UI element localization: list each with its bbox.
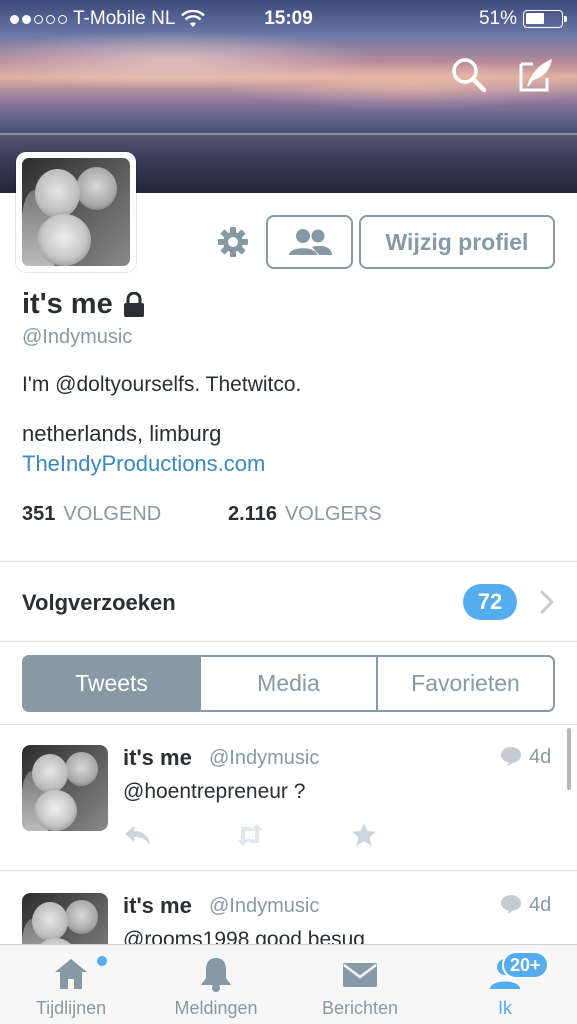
chevron-right-icon xyxy=(540,590,554,614)
people-button[interactable] xyxy=(266,215,353,269)
tweet-author-name: it's me xyxy=(123,745,192,770)
settings-gear-icon[interactable] xyxy=(216,225,250,259)
tab-label: Berichten xyxy=(321,998,399,1018)
tweet-time: 4d xyxy=(529,746,552,768)
envelope-icon xyxy=(343,963,377,987)
tweet-text: @rooms1998 good besug xyxy=(123,928,365,944)
profile-website-link[interactable]: TheIndyProductions.com xyxy=(22,451,265,477)
profile-location: netherlands, limburg xyxy=(22,421,222,446)
reply-icon[interactable] xyxy=(122,822,154,848)
tweet-avatar[interactable] xyxy=(22,893,108,944)
edit-profile-button[interactable]: Wijzig profiel xyxy=(359,215,555,269)
tab-label: Tijdlijnen xyxy=(35,998,107,1018)
divider xyxy=(0,870,577,871)
follow-requests-badge: 72 xyxy=(463,584,517,620)
battery: 51% xyxy=(478,8,567,30)
tweet-author-handle: @Indymusic xyxy=(209,895,320,917)
me-badge: 20+ xyxy=(502,951,549,979)
compose-icon[interactable] xyxy=(517,56,555,94)
people-icon xyxy=(288,229,332,255)
tweet-avatar[interactable] xyxy=(22,745,108,831)
home-icon xyxy=(55,959,87,989)
status-bar: T-Mobile NL 15:09 51% xyxy=(0,0,577,38)
following-count: 351 xyxy=(22,503,56,525)
avatar xyxy=(22,158,130,266)
tweet-author-handle: @Indymusic xyxy=(209,747,320,769)
profile-handle: @Indymusic xyxy=(22,326,133,348)
profile-bio: I'm @doltyourselfs. Thetwitco. xyxy=(22,373,302,396)
search-icon[interactable] xyxy=(450,56,488,94)
unread-dot xyxy=(97,956,107,966)
following-label: VOLGEND xyxy=(63,503,162,525)
profile-avatar[interactable] xyxy=(16,152,136,272)
profile-name-row: it's me xyxy=(22,288,145,321)
battery-percent: 51% xyxy=(478,8,517,29)
tweet-time: 4d xyxy=(529,894,552,916)
bell-icon xyxy=(201,958,231,992)
retweet-icon[interactable] xyxy=(234,822,266,848)
bottom-tab-bar: Tijdlijnen Meldingen Berichten Ik xyxy=(0,944,577,1024)
follow-requests-label: Volgverzoeken xyxy=(22,590,176,615)
divider xyxy=(0,641,577,642)
profile-name: it's me xyxy=(22,288,113,320)
profile-tabs: Tweets Media Favorieten xyxy=(22,655,555,712)
followers-count: 2.116 xyxy=(228,503,277,525)
conversation-icon xyxy=(501,895,521,914)
tab-favorites[interactable]: Favorieten xyxy=(376,657,553,710)
profile-stats: 351 VOLGEND 2.116 VOLGERS xyxy=(22,503,382,526)
followers-stat[interactable]: 2.116 VOLGERS xyxy=(228,503,382,526)
lock-icon xyxy=(123,291,144,317)
tab-label: Meldingen xyxy=(174,998,258,1018)
tweet-item[interactable]: it's me @Indymusic 4d @hoentrepreneur ? xyxy=(0,725,577,870)
tab-tweets[interactable]: Tweets xyxy=(24,657,199,710)
scrollbar[interactable] xyxy=(567,728,571,790)
tab-timelines[interactable]: Tijdlijnen xyxy=(6,945,136,1024)
tweet-text: @hoentrepreneur ? xyxy=(123,780,306,803)
following-stat[interactable]: 351 VOLGEND xyxy=(22,503,228,526)
tab-messages[interactable]: Berichten xyxy=(295,945,425,1024)
favorite-star-icon[interactable] xyxy=(348,822,380,848)
tab-media[interactable]: Media xyxy=(199,657,376,710)
tweet-item[interactable]: it's me @Indymusic 4d @rooms1998 good be… xyxy=(0,873,577,944)
battery-icon xyxy=(523,10,567,28)
tab-label: Ik xyxy=(497,998,512,1018)
tab-notifications[interactable]: Meldingen xyxy=(151,945,281,1024)
tweet-author-name: it's me xyxy=(123,893,192,918)
followers-label: VOLGERS xyxy=(284,503,382,525)
conversation-icon xyxy=(501,747,521,766)
